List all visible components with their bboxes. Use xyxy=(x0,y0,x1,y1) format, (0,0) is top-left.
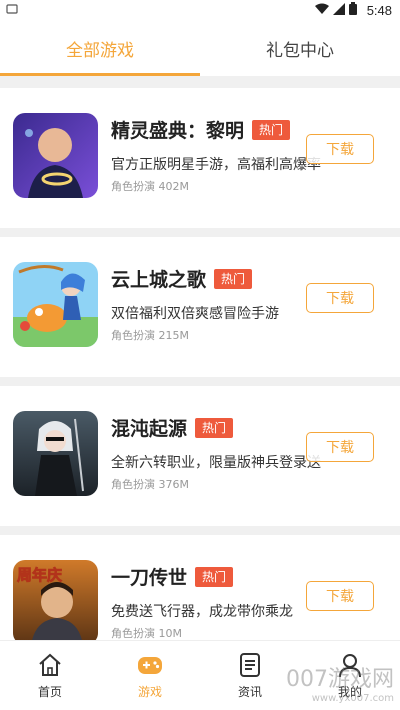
hot-badge: 热门 xyxy=(252,119,291,140)
download-button[interactable]: 下载 xyxy=(306,134,374,164)
game-meta: 角色扮演 402M xyxy=(111,180,189,193)
download-button[interactable]: 下载 xyxy=(306,283,374,313)
android-notification-icon xyxy=(6,3,18,18)
game-icon-jinglingshengdian[interactable] xyxy=(13,113,98,198)
download-button[interactable]: 下载 xyxy=(306,581,374,611)
game-title-text: 精灵盛典：黎明 xyxy=(111,120,245,142)
status-time: 5:48 xyxy=(366,2,392,18)
nav-home-label: 首页 xyxy=(37,685,62,699)
user-icon xyxy=(336,651,364,679)
game-meta: 角色扮演 376M xyxy=(111,478,189,491)
wifi-icon xyxy=(314,3,329,18)
game-title-text: 云上城之歌 xyxy=(111,269,207,291)
nav-mine-label: 我的 xyxy=(337,685,362,699)
game-description: 双倍福利双倍爽感冒险手游 xyxy=(111,306,279,322)
anniversary-label: 周年庆 xyxy=(17,566,62,584)
hot-badge: 热门 xyxy=(195,566,234,587)
game-list-item[interactable]: 云上城之歌 热门 双倍福利双倍爽感冒险手游 角色扮演 215M 下载 xyxy=(0,237,400,377)
nav-news-label: 资讯 xyxy=(237,685,262,699)
game-meta: 角色扮演 10M xyxy=(111,627,182,640)
tab-all-games[interactable]: 全部游戏 xyxy=(0,20,200,76)
game-title: 一刀传世 热门 xyxy=(111,563,234,590)
game-icon-yunshangcheng[interactable] xyxy=(13,262,98,347)
tab-gift-center[interactable]: 礼包中心 xyxy=(200,20,400,76)
game-meta: 角色扮演 215M xyxy=(111,329,189,342)
bottom-nav: 首页 游戏 资讯 我的 xyxy=(0,640,400,710)
divider xyxy=(0,228,400,237)
hot-badge: 热门 xyxy=(214,268,253,289)
status-bar: 5:48 xyxy=(0,0,400,20)
nav-home[interactable]: 首页 xyxy=(0,641,100,710)
game-description: 免费送飞行器，成龙带你乘龙 xyxy=(111,604,293,620)
nav-games-label: 游戏 xyxy=(137,685,162,699)
game-icon-yidaochuanshi[interactable]: 周年庆 xyxy=(13,560,98,645)
home-icon xyxy=(36,651,64,679)
divider xyxy=(0,76,400,88)
nav-mine[interactable]: 我的 xyxy=(300,641,400,710)
game-title: 混沌起源 热门 xyxy=(111,414,234,441)
game-title: 云上城之歌 热门 xyxy=(111,265,253,292)
game-title-text: 一刀传世 xyxy=(111,567,188,589)
game-title: 精灵盛典：黎明 热门 xyxy=(111,116,291,143)
game-title-text: 混沌起源 xyxy=(111,418,188,440)
divider xyxy=(0,377,400,386)
game-description: 全新六转职业，限量版神兵登录送 xyxy=(111,455,321,471)
news-icon xyxy=(236,651,264,679)
game-list-item[interactable]: 精灵盛典：黎明 热门 官方正版明星手游，高福利高爆率 角色扮演 402M 下载 xyxy=(0,88,400,228)
nav-news[interactable]: 资讯 xyxy=(200,641,300,710)
download-button[interactable]: 下载 xyxy=(306,432,374,462)
divider xyxy=(0,526,400,535)
gamepad-icon xyxy=(136,651,164,679)
game-icon-hundunqiyuan[interactable] xyxy=(13,411,98,496)
signal-icon xyxy=(332,2,345,18)
battery-icon xyxy=(348,2,357,18)
nav-games[interactable]: 游戏 xyxy=(100,641,200,710)
top-tabs: 全部游戏 礼包中心 xyxy=(0,20,400,76)
game-description: 官方正版明星手游，高福利高爆率 xyxy=(111,157,321,173)
game-list-item[interactable]: 混沌起源 热门 全新六转职业，限量版神兵登录送 角色扮演 376M 下载 xyxy=(0,386,400,526)
hot-badge: 热门 xyxy=(195,417,234,438)
